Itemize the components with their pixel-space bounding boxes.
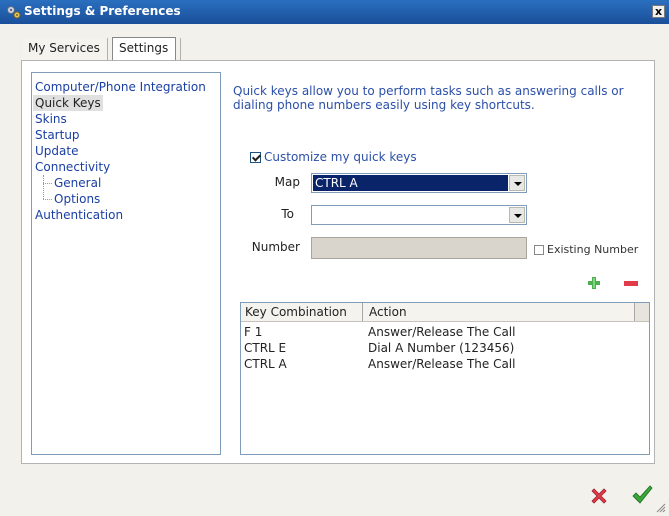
nav-item-skins[interactable]: Skins <box>35 111 67 127</box>
nav-item-update[interactable]: Update <box>35 143 78 159</box>
quick-keys-table: Key Combination Action F 1 Answer/Releas… <box>240 302 650 455</box>
tree-connector <box>43 199 52 200</box>
key-combination-cell: CTRL E <box>244 341 287 355</box>
red-x-icon[interactable] <box>590 487 608 505</box>
green-check-icon[interactable] <box>631 485 653 505</box>
resize-grip-icon[interactable] <box>656 503 666 513</box>
quick-keys-description: Quick keys allow you to perform tasks su… <box>233 84 624 112</box>
map-label: Map <box>274 175 300 189</box>
column-divider <box>362 303 363 321</box>
number-label: Number <box>251 240 300 254</box>
to-label: To <box>281 207 294 221</box>
existing-number-row[interactable]: Existing Number <box>534 243 638 256</box>
nav-item-computer-phone-integration[interactable]: Computer/Phone Integration <box>35 79 206 95</box>
nav-item-startup[interactable]: Startup <box>35 127 80 143</box>
customize-quick-keys-row[interactable]: Customize my quick keys <box>250 150 417 164</box>
close-button[interactable]: x <box>652 5 665 18</box>
plus-icon[interactable] <box>588 277 600 289</box>
window-title: Settings & Preferences <box>24 4 181 18</box>
number-input <box>311 237 527 259</box>
table-row[interactable]: F 1 Answer/Release The Call <box>241 325 641 340</box>
action-cell: Answer/Release The Call <box>368 325 516 339</box>
table-row[interactable]: CTRL A Answer/Release The Call <box>241 357 641 372</box>
key-combination-cell: F 1 <box>244 325 263 339</box>
existing-number-checkbox[interactable] <box>534 245 544 255</box>
table-row[interactable]: CTRL E Dial A Number (123456) <box>241 341 641 356</box>
tab-settings[interactable]: Settings <box>112 37 176 60</box>
customize-quick-keys-label: Customize my quick keys <box>264 150 417 164</box>
tree-connector <box>43 183 52 184</box>
title-bar: Settings & Preferences x <box>0 0 669 24</box>
action-cell: Dial A Number (123456) <box>368 341 515 355</box>
settings-gears-icon <box>7 6 21 19</box>
key-combination-cell: CTRL A <box>244 357 287 371</box>
tree-connector <box>43 175 44 199</box>
nav-item-general[interactable]: General <box>54 175 101 191</box>
chevron-down-icon[interactable] <box>509 207 525 223</box>
action-cell: Answer/Release The Call <box>368 357 516 371</box>
chevron-down-icon[interactable] <box>509 175 525 191</box>
map-select-value: CTRL A <box>313 175 508 191</box>
table-header: Key Combination Action <box>241 303 649 322</box>
tab-my-services[interactable]: My Services <box>22 38 108 60</box>
customize-quick-keys-checkbox[interactable] <box>250 152 261 163</box>
existing-number-label: Existing Number <box>547 243 639 256</box>
minus-icon[interactable] <box>624 281 638 286</box>
nav-item-options[interactable]: Options <box>54 191 100 207</box>
column-header-key-combination[interactable]: Key Combination <box>245 305 347 319</box>
nav-item-quick-keys[interactable]: Quick Keys <box>33 95 103 111</box>
header-scroll-filler <box>634 303 649 321</box>
to-select[interactable] <box>311 205 527 225</box>
settings-nav-tree: Computer/Phone Integration Quick Keys Sk… <box>31 72 221 455</box>
column-header-action[interactable]: Action <box>369 305 407 319</box>
nav-item-authentication[interactable]: Authentication <box>35 207 123 223</box>
tab-divider <box>180 38 181 60</box>
nav-item-connectivity[interactable]: Connectivity <box>35 159 110 175</box>
map-select[interactable]: CTRL A <box>311 173 527 193</box>
